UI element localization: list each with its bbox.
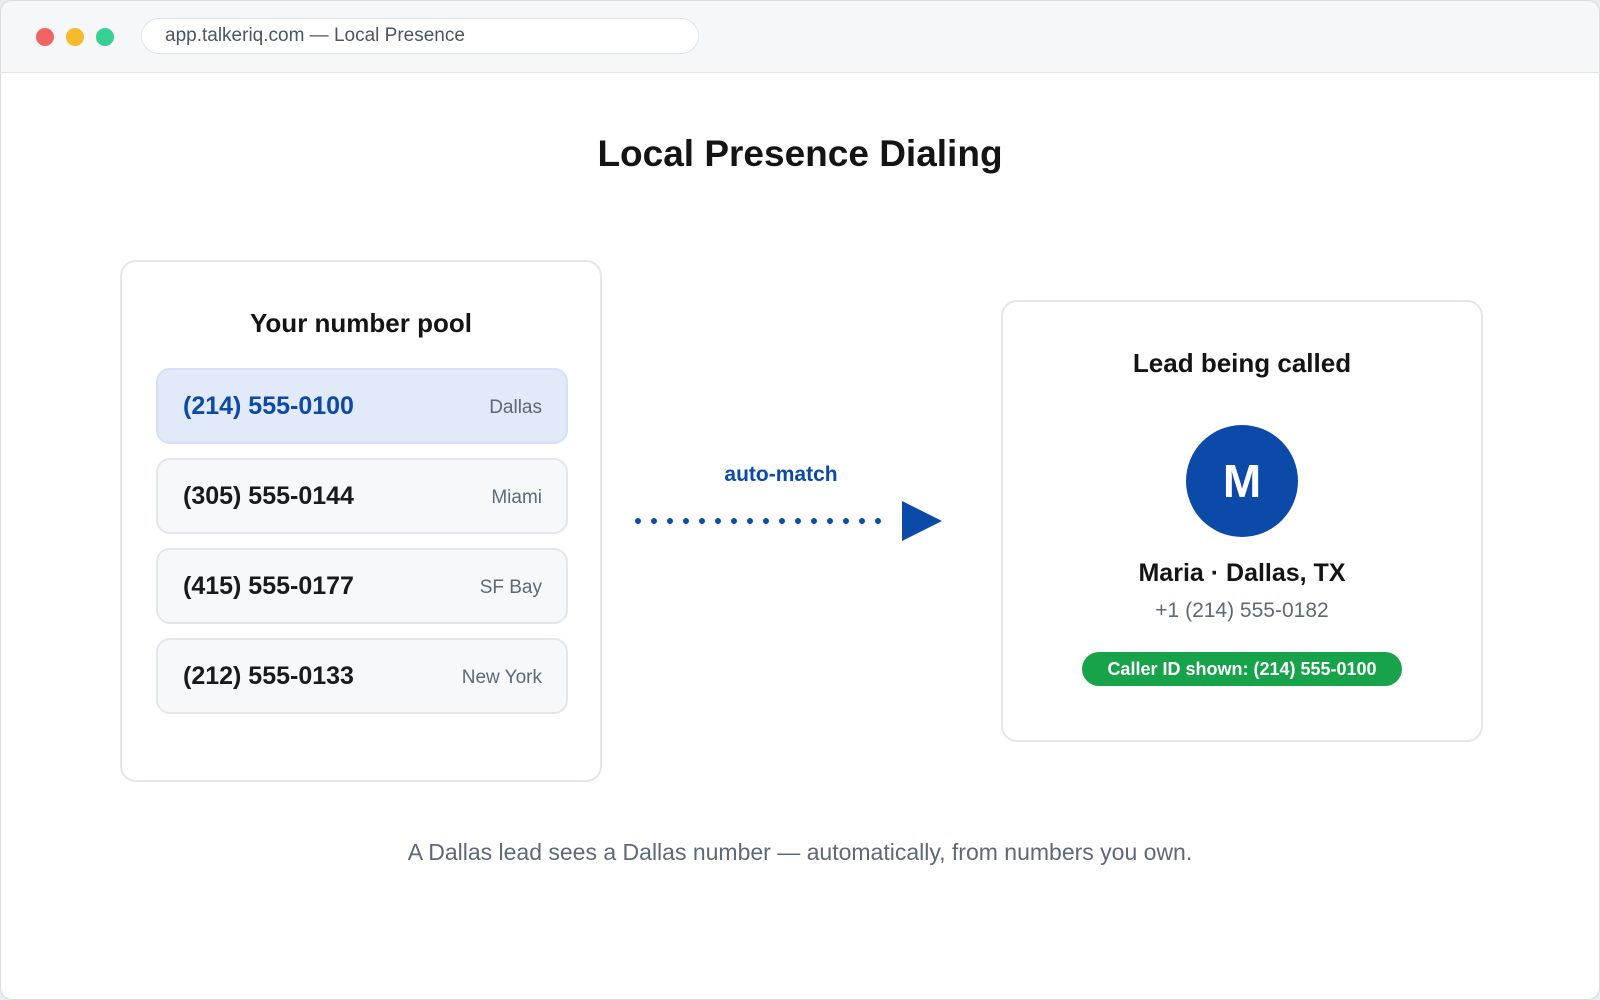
page-title: Local Presence Dialing bbox=[597, 133, 1003, 174]
page-caption: A Dallas lead sees a Dallas number — aut… bbox=[407, 839, 1193, 865]
caller-id-badge: Caller ID shown: (214) 555-0100 bbox=[1082, 652, 1402, 686]
arrow-right-icon bbox=[635, 501, 942, 541]
auto-match-label: auto-match bbox=[724, 463, 838, 486]
avatar: M bbox=[1186, 425, 1298, 537]
browser-titlebar: app.talkeriq.com — Local Presence bbox=[1, 1, 1599, 73]
number-pool-card: Your number pool (214) 555-0100 Dallas (… bbox=[120, 260, 602, 782]
number-pool-title: Your number pool bbox=[250, 308, 472, 338]
minimize-window-button[interactable] bbox=[66, 28, 84, 46]
phone-number: (214) 555-0100 bbox=[183, 392, 354, 420]
phone-number: (212) 555-0133 bbox=[183, 662, 354, 690]
number-row-miami[interactable]: (305) 555-0144 Miami bbox=[156, 458, 568, 534]
phone-number: (305) 555-0144 bbox=[183, 482, 354, 510]
lead-phone: +1 (214) 555-0182 bbox=[1155, 599, 1329, 622]
number-city: Dallas bbox=[489, 397, 542, 418]
lead-name: Maria · Dallas, TX bbox=[1138, 559, 1346, 587]
lead-card-title: Lead being called bbox=[1132, 348, 1352, 378]
number-city: Miami bbox=[491, 487, 542, 508]
number-row-sf-bay[interactable]: (415) 555-0177 SF Bay bbox=[156, 548, 568, 624]
number-city: New York bbox=[461, 667, 542, 688]
close-window-button[interactable] bbox=[36, 28, 54, 46]
number-city: SF Bay bbox=[479, 577, 542, 598]
maximize-window-button[interactable] bbox=[96, 28, 114, 46]
number-row-new-york[interactable]: (212) 555-0133 New York bbox=[156, 638, 568, 714]
phone-number: (415) 555-0177 bbox=[183, 572, 354, 600]
browser-window: app.talkeriq.com — Local Presence Local … bbox=[0, 0, 1600, 1000]
number-row-dallas[interactable]: (214) 555-0100 Dallas bbox=[156, 368, 568, 444]
address-bar[interactable]: app.talkeriq.com — Local Presence bbox=[141, 18, 699, 54]
lead-card: Lead being called M Maria · Dallas, TX +… bbox=[1001, 300, 1483, 742]
